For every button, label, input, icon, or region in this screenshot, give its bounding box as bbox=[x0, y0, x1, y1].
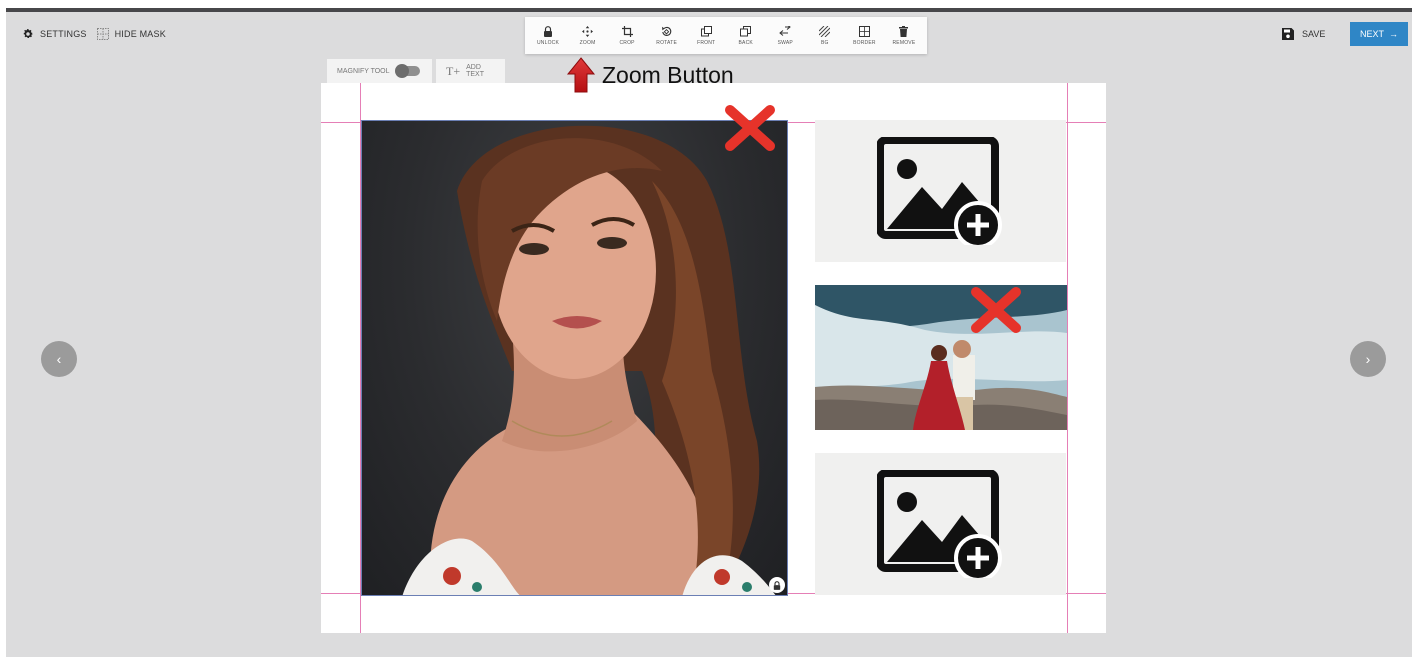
zoom-annotation: Zoom Button bbox=[566, 56, 734, 94]
bg-button[interactable]: BG bbox=[806, 17, 844, 54]
rotate-icon bbox=[662, 26, 672, 36]
guide-line-right bbox=[1067, 83, 1068, 633]
next-page-button[interactable]: › bbox=[1350, 341, 1386, 377]
magnify-toggle[interactable] bbox=[394, 64, 420, 78]
front-button[interactable]: FRONT bbox=[687, 17, 725, 54]
zoom-annotation-label: Zoom Button bbox=[602, 61, 734, 88]
delete-mark-icon bbox=[725, 105, 775, 151]
swap-icon bbox=[779, 25, 792, 36]
move-arrows-icon bbox=[582, 25, 594, 37]
next-button[interactable]: NEXT → bbox=[1350, 22, 1408, 46]
couple-photo-frame[interactable] bbox=[815, 285, 1067, 430]
arrow-up-icon bbox=[566, 57, 596, 93]
hide-mask-button[interactable]: HIDE MASK bbox=[96, 28, 166, 40]
background-icon bbox=[819, 25, 831, 37]
next-label: NEXT bbox=[1359, 29, 1384, 39]
bring-front-icon bbox=[700, 25, 712, 36]
crop-label: CROP bbox=[619, 39, 635, 46]
swap-label: SWAP bbox=[777, 39, 793, 46]
save-button[interactable]: SAVE bbox=[1282, 28, 1325, 40]
floppy-disk-icon bbox=[1282, 28, 1294, 40]
border-icon bbox=[858, 25, 870, 37]
add-text-button[interactable]: T+ ADD TEXT bbox=[436, 59, 505, 83]
send-back-icon bbox=[740, 25, 752, 36]
border-label: BORDER bbox=[853, 39, 876, 46]
lock-icon bbox=[544, 25, 552, 37]
main-photo-frame[interactable] bbox=[361, 120, 788, 596]
back-button[interactable]: BACK bbox=[727, 17, 765, 54]
empty-photo-slot[interactable] bbox=[815, 453, 1066, 595]
lock-icon bbox=[773, 580, 781, 590]
settings-label: SETTINGS bbox=[40, 29, 87, 39]
swap-button[interactable]: SWAP bbox=[766, 17, 804, 54]
settings-button[interactable]: SETTINGS bbox=[22, 28, 87, 40]
save-label: SAVE bbox=[1302, 29, 1326, 39]
chevron-right-icon: › bbox=[1365, 351, 1371, 367]
rotate-label: ROTATE bbox=[656, 39, 678, 46]
remove-label: REMOVE bbox=[892, 39, 916, 46]
unlock-label: UNLOCK bbox=[536, 39, 560, 46]
add-image-icon bbox=[876, 137, 1002, 245]
crop-button[interactable]: CROP bbox=[608, 17, 646, 54]
bg-label: BG bbox=[821, 39, 829, 46]
zoom-button[interactable]: ZOOM bbox=[569, 17, 607, 54]
back-label: BACK bbox=[738, 39, 753, 46]
border-button[interactable]: BORDER bbox=[845, 17, 883, 54]
add-text-icon: T+ bbox=[446, 63, 461, 78]
remove-button[interactable]: REMOVE bbox=[885, 17, 923, 54]
empty-photo-slot[interactable] bbox=[815, 120, 1066, 262]
grid-icon bbox=[96, 28, 109, 40]
chevron-left-icon: ‹ bbox=[56, 351, 62, 367]
couple-photo bbox=[815, 285, 1067, 430]
add-text-label: ADD TEXT bbox=[466, 64, 484, 78]
rotate-button[interactable]: ROTATE bbox=[648, 17, 686, 54]
unlock-button[interactable]: UNLOCK bbox=[529, 17, 567, 54]
trash-icon bbox=[899, 25, 909, 37]
zoom-label: ZOOM bbox=[579, 39, 596, 46]
top-left-actions: SETTINGS HIDE MASK bbox=[22, 28, 166, 40]
magnify-tool-label: MAGNIFY TOOL bbox=[337, 67, 390, 75]
delete-mark-icon bbox=[971, 287, 1021, 333]
edit-toolbar: UNLOCK ZOOM CROP ROTATE FRONT BACK SWAP … bbox=[525, 17, 927, 54]
crop-icon bbox=[621, 25, 633, 37]
photo-lock-badge[interactable] bbox=[769, 577, 785, 593]
hide-mask-label: HIDE MASK bbox=[114, 29, 166, 39]
front-label: FRONT bbox=[697, 39, 716, 46]
gear-icon bbox=[23, 29, 33, 39]
arrow-right-icon: → bbox=[1389, 29, 1398, 39]
add-image-icon bbox=[876, 470, 1002, 578]
magnify-tool-tab: MAGNIFY TOOL bbox=[327, 59, 432, 83]
portrait-photo bbox=[402, 125, 776, 595]
previous-page-button[interactable]: ‹ bbox=[41, 341, 77, 377]
